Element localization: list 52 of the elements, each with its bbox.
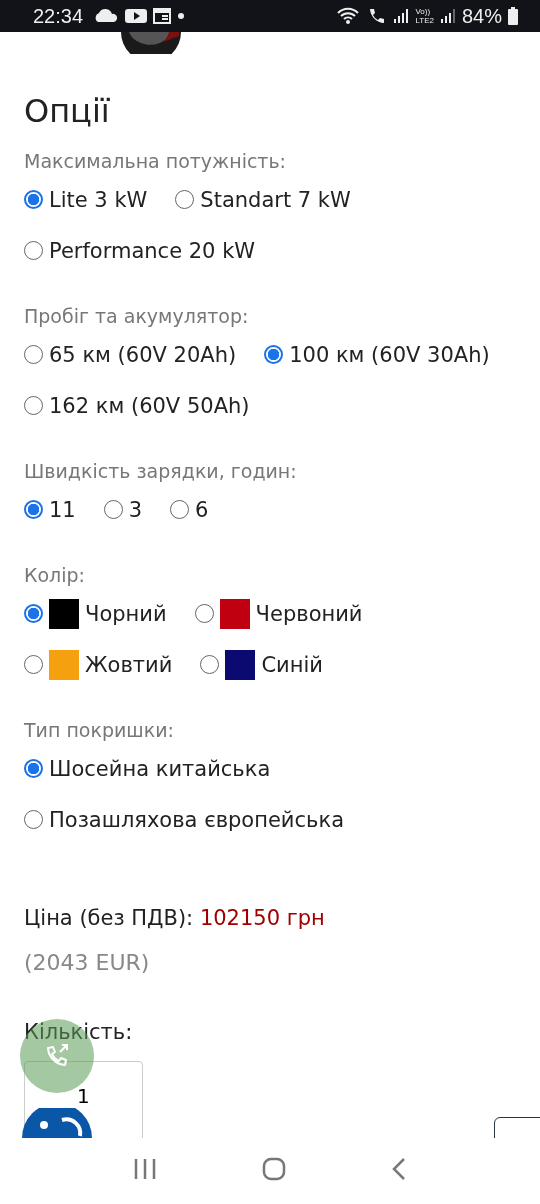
option-label[interactable]: 3 xyxy=(128,497,143,522)
group-label: Тип покришки: xyxy=(24,719,175,741)
price-text: Ціна (без ПДВ): 102150 грн xyxy=(24,906,326,930)
option-label[interactable]: Чорний xyxy=(85,601,167,626)
price-eur: (2043 EUR) xyxy=(24,950,151,975)
option-label[interactable]: 11 xyxy=(49,497,76,522)
option-label[interactable]: 6 xyxy=(195,497,209,522)
signal-icon xyxy=(439,8,456,24)
cloud-icon xyxy=(93,8,120,24)
radio-button[interactable] xyxy=(264,345,284,364)
radio-button[interactable] xyxy=(24,190,43,209)
radio-button[interactable] xyxy=(24,604,43,623)
radio-button[interactable] xyxy=(170,500,190,519)
home-icon[interactable] xyxy=(262,1157,286,1181)
option-label[interactable]: 65 км (60V 20Ah) xyxy=(49,342,237,367)
radio-button[interactable] xyxy=(24,345,43,364)
group-label: Швидкість зарядки, годин: xyxy=(24,460,298,482)
dot-icon xyxy=(177,12,186,20)
group-label: Максимальна потужність: xyxy=(24,150,288,172)
status-time: 22:34 xyxy=(33,4,84,28)
signal-icon xyxy=(393,8,410,24)
option-label[interactable]: Червоний xyxy=(255,601,363,626)
volte-label: Vo)) LTE2 xyxy=(415,7,434,25)
radio-button[interactable] xyxy=(200,655,220,674)
radio-button[interactable] xyxy=(24,810,43,829)
radio-button[interactable] xyxy=(24,241,43,260)
radio-button[interactable] xyxy=(194,604,214,623)
radio-button[interactable] xyxy=(24,655,43,674)
recents-icon[interactable] xyxy=(132,1158,157,1180)
radio-button[interactable] xyxy=(24,500,43,519)
option-label[interactable]: Standart 7 kW xyxy=(200,187,351,212)
radio-button[interactable] xyxy=(103,500,123,519)
option-label[interactable]: 162 км (60V 50Ah) xyxy=(49,393,250,418)
option-label[interactable]: Жовтий xyxy=(85,652,173,677)
radio-button[interactable] xyxy=(24,759,43,778)
option-label[interactable]: Шосейна китайська xyxy=(49,756,271,781)
group-label: Пробіг та акумулятор: xyxy=(24,305,250,327)
option-label[interactable]: 100 км (60V 30Ah) xyxy=(289,342,490,367)
radio-button[interactable] xyxy=(175,190,195,209)
battery-percent: 84% xyxy=(461,4,502,28)
radio-button[interactable] xyxy=(24,396,43,415)
calendar-icon xyxy=(153,8,172,24)
section-title: Опції xyxy=(24,92,111,130)
accessibility-icon[interactable] xyxy=(22,1108,92,1138)
battery-icon xyxy=(508,7,518,25)
option-label[interactable]: Lite 3 kW xyxy=(49,187,148,212)
option-label[interactable]: Позашляхова європейська xyxy=(49,807,344,832)
back-icon[interactable] xyxy=(391,1157,408,1181)
option-label[interactable]: Performance 20 kW xyxy=(49,238,256,263)
option-label[interactable]: Синій xyxy=(261,652,323,677)
group-label: Колір: xyxy=(24,564,86,586)
play-icon xyxy=(125,8,148,24)
